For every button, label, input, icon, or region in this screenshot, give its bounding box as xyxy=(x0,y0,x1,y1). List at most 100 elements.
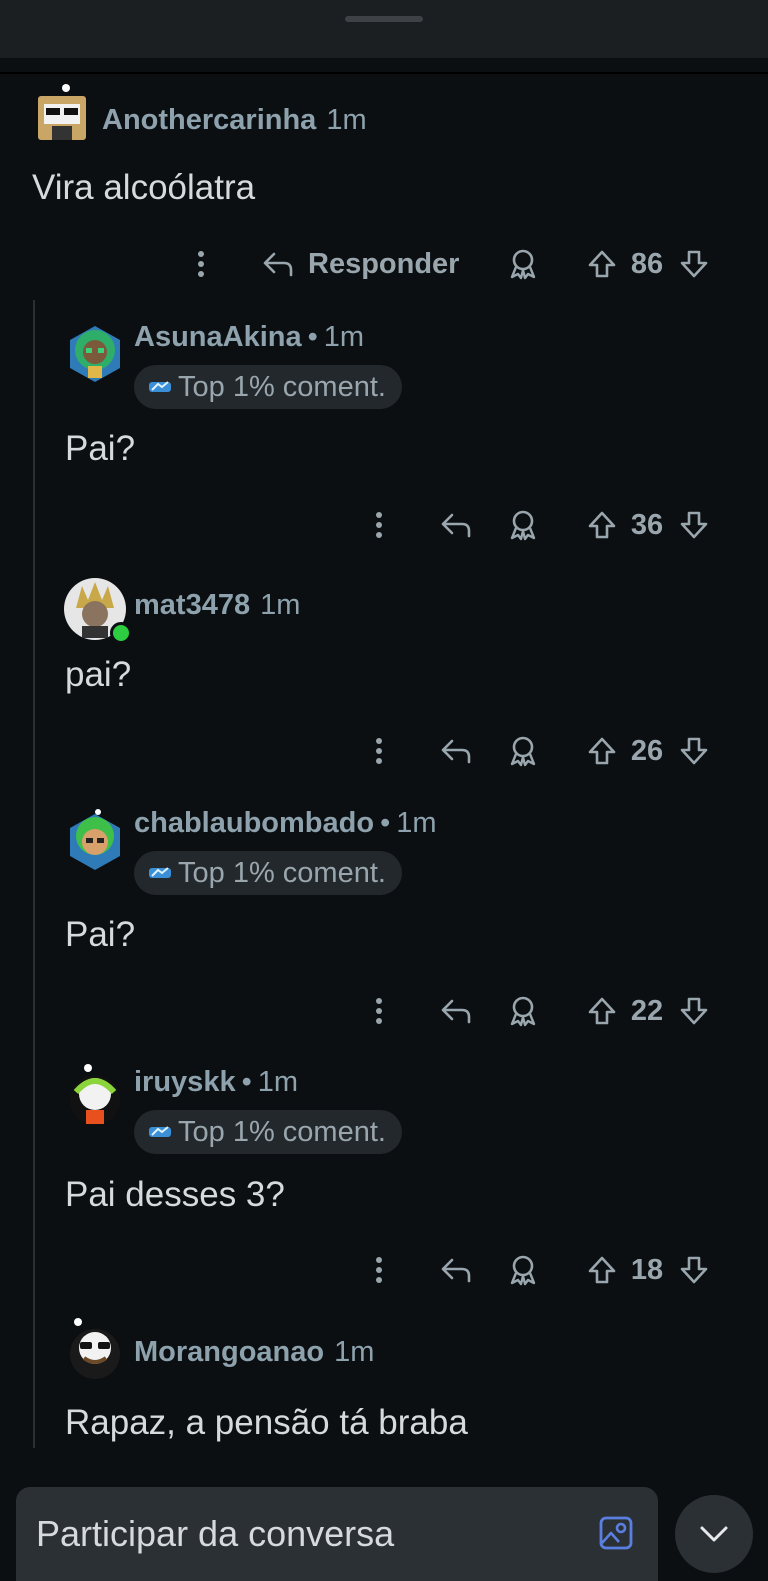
award-button[interactable] xyxy=(506,239,540,289)
drag-handle[interactable] xyxy=(345,16,423,22)
more-vertical-icon xyxy=(198,251,204,277)
upvote-button[interactable] xyxy=(586,726,618,776)
more-options-button[interactable] xyxy=(364,986,394,1036)
award-button[interactable] xyxy=(506,986,540,1036)
upvote-button[interactable] xyxy=(586,239,618,289)
username[interactable]: iruyskk xyxy=(134,1066,236,1099)
downvote-button[interactable] xyxy=(678,239,710,289)
separator-dot: • xyxy=(307,321,318,353)
composer-placeholder[interactable]: Participar da conversa xyxy=(36,1513,394,1555)
reply-button[interactable] xyxy=(438,1245,474,1295)
bottom-sheet-header xyxy=(0,0,768,58)
reply-icon xyxy=(441,739,471,764)
comment-meta: mat3478 1m xyxy=(134,589,300,622)
more-options-button[interactable] xyxy=(364,1245,394,1295)
username[interactable]: Morangoanao xyxy=(134,1336,324,1369)
vote-score: 18 xyxy=(630,1253,664,1286)
downvote-icon xyxy=(680,250,708,278)
comment-actions: 36 xyxy=(0,500,768,550)
downvote-button[interactable] xyxy=(678,1245,710,1295)
reply-icon xyxy=(263,252,293,277)
vote-score-wrap: 26 xyxy=(624,726,670,776)
reply-label: Responder xyxy=(308,247,460,280)
top-commenter-badge[interactable]: Top 1% coment. xyxy=(134,1110,402,1154)
badge-label: Top 1% coment. xyxy=(178,1115,386,1148)
award-button[interactable] xyxy=(506,1245,540,1295)
username[interactable]: Anothercarinha xyxy=(102,104,316,137)
separator-dot: • xyxy=(241,1066,252,1098)
vote-score-wrap: 36 xyxy=(624,500,670,550)
downvote-button[interactable] xyxy=(678,726,710,776)
award-button[interactable] xyxy=(506,726,540,776)
comment-meta: AsunaAkina • 1m xyxy=(134,321,364,354)
comment-actions: 18 xyxy=(0,1245,768,1295)
upvote-icon xyxy=(588,511,616,539)
award-icon xyxy=(510,510,536,541)
username[interactable]: chablaubombado xyxy=(134,807,374,840)
avatar[interactable] xyxy=(64,1064,126,1126)
downvote-icon xyxy=(680,997,708,1025)
reply-button[interactable] xyxy=(438,500,474,550)
comment-text: Pai desses 3? xyxy=(65,1175,285,1214)
reply-icon xyxy=(441,999,471,1024)
collapse-button[interactable] xyxy=(675,1495,753,1573)
award-icon xyxy=(510,249,536,280)
upvote-button[interactable] xyxy=(586,986,618,1036)
downvote-icon xyxy=(680,1256,708,1284)
chevron-down-icon xyxy=(700,1526,728,1542)
achievement-icon xyxy=(149,1126,171,1137)
upvote-icon xyxy=(588,737,616,765)
more-options-button[interactable] xyxy=(364,500,394,550)
upvote-icon xyxy=(588,1256,616,1284)
comment-meta: chablaubombado • 1m xyxy=(134,807,437,840)
separator-dot: • xyxy=(380,807,391,839)
more-vertical-icon xyxy=(376,738,382,764)
badge-label: Top 1% coment. xyxy=(178,856,386,889)
upvote-icon xyxy=(588,997,616,1025)
reply-button[interactable] xyxy=(438,726,474,776)
more-options-button[interactable] xyxy=(186,239,216,289)
downvote-button[interactable] xyxy=(678,500,710,550)
timestamp: 1m xyxy=(257,1066,299,1098)
username[interactable]: AsunaAkina xyxy=(134,321,302,354)
comment-actions: Responder 86 xyxy=(0,239,768,289)
reply-icon xyxy=(441,1258,471,1283)
upvote-button[interactable] xyxy=(586,1245,618,1295)
more-vertical-icon xyxy=(376,512,382,538)
downvote-icon xyxy=(680,511,708,539)
comment-composer[interactable]: Participar da conversa xyxy=(16,1487,658,1581)
avatar[interactable] xyxy=(64,1318,126,1380)
vote-score-wrap: 18 xyxy=(624,1245,670,1295)
reply-icon xyxy=(441,513,471,538)
vote-score: 36 xyxy=(630,508,664,541)
top-commenter-badge[interactable]: Top 1% coment. xyxy=(134,365,402,409)
vote-score: 86 xyxy=(630,247,664,280)
more-options-button[interactable] xyxy=(364,726,394,776)
reply-button[interactable] xyxy=(438,986,474,1036)
comment-text: Pai? xyxy=(65,429,136,468)
comment-text: Rapaz, a pensão tá braba xyxy=(65,1403,468,1442)
timestamp: 1m xyxy=(323,321,365,353)
avatar[interactable] xyxy=(32,82,94,144)
timestamp: 1m xyxy=(326,104,367,136)
more-vertical-icon xyxy=(376,1257,382,1283)
reply-button[interactable]: Responder xyxy=(262,239,476,289)
vote-score-wrap: 22 xyxy=(624,986,670,1036)
comment-meta: Anothercarinha 1m xyxy=(102,104,367,137)
comment-text: Pai? xyxy=(65,915,136,954)
award-button[interactable] xyxy=(506,500,540,550)
timestamp: 1m xyxy=(396,807,437,839)
avatar[interactable] xyxy=(64,322,126,384)
avatar[interactable] xyxy=(64,808,126,870)
avatar[interactable] xyxy=(64,578,132,644)
comment-text: Vira alcoólatra xyxy=(32,168,256,207)
top-commenter-badge[interactable]: Top 1% coment. xyxy=(134,851,402,895)
downvote-button[interactable] xyxy=(678,986,710,1036)
comment-actions: 26 xyxy=(0,726,768,776)
image-attach-icon[interactable] xyxy=(598,1515,634,1551)
award-icon xyxy=(510,1255,536,1286)
award-icon xyxy=(510,996,536,1027)
achievement-icon xyxy=(149,867,171,878)
username[interactable]: mat3478 xyxy=(134,589,250,622)
upvote-button[interactable] xyxy=(586,500,618,550)
